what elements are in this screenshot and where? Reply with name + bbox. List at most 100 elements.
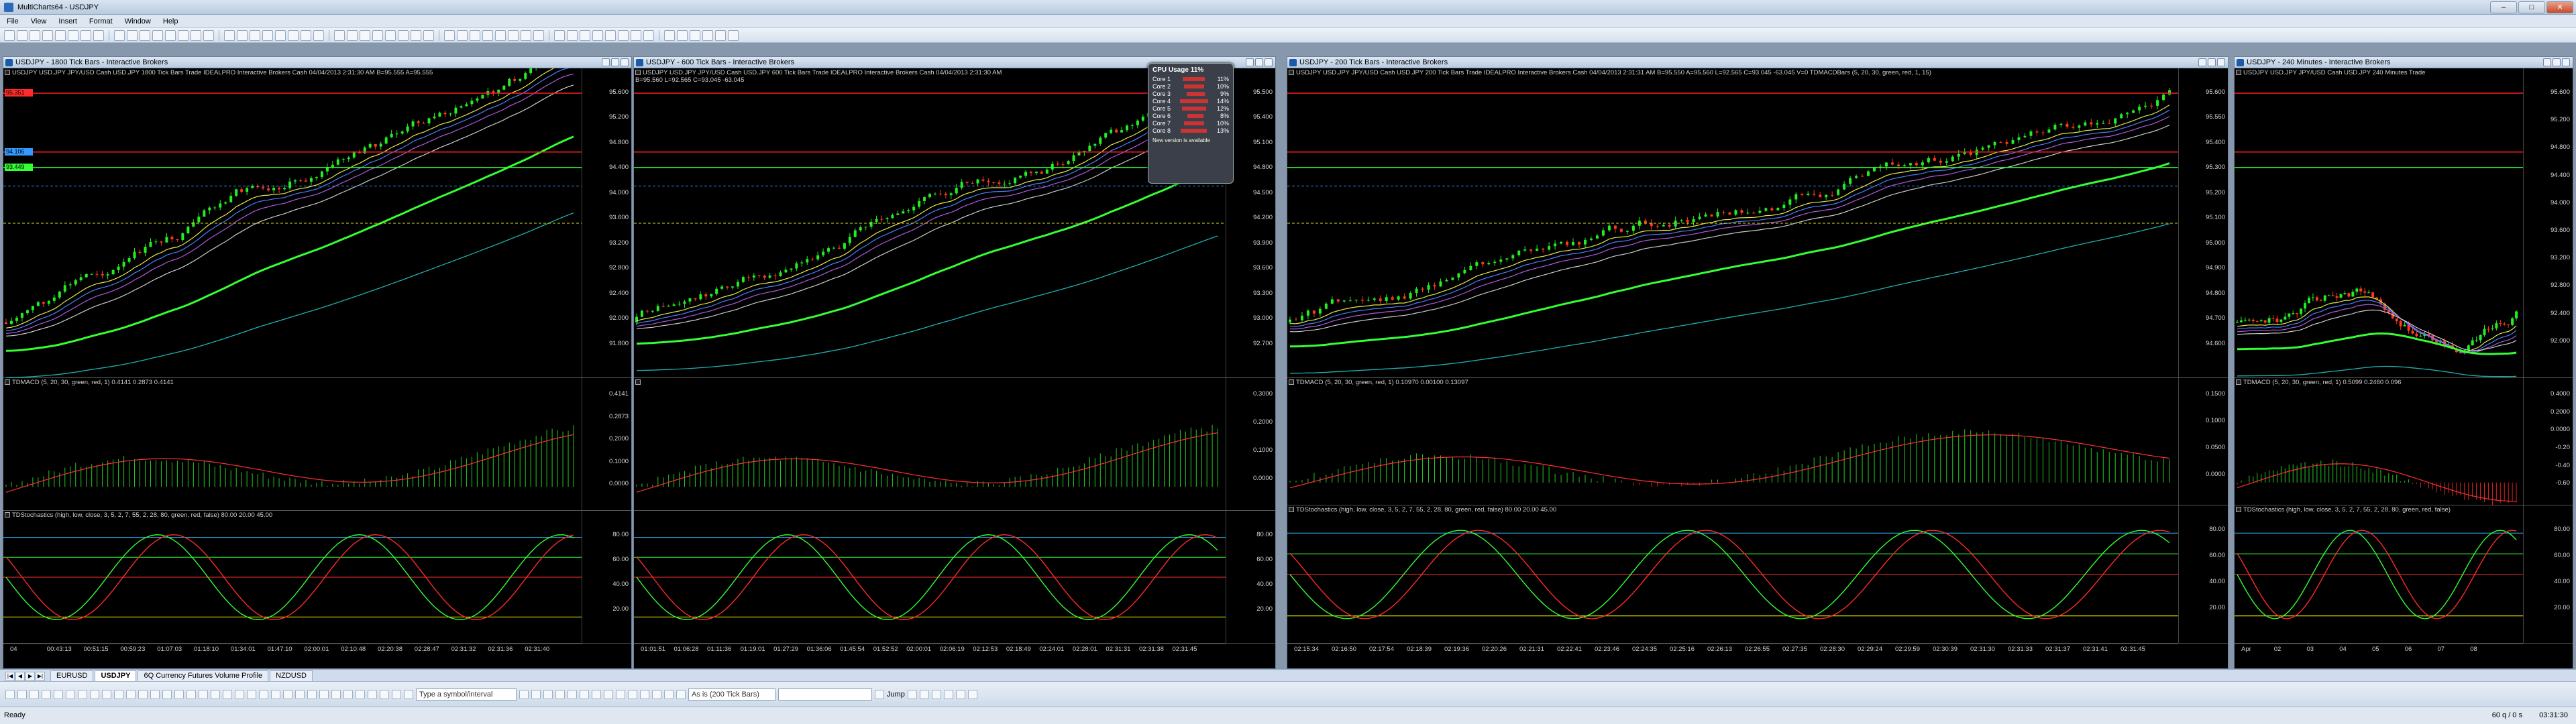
toolbar-button-icon[interactable]	[288, 29, 299, 41]
chart-tool-icon[interactable]	[616, 689, 625, 699]
drawing-tool-icon[interactable]	[211, 689, 220, 699]
toolbar-button-icon[interactable]	[301, 29, 311, 41]
playback-control-icon[interactable]	[919, 689, 929, 699]
toolbar-button-icon[interactable]	[618, 29, 629, 41]
close-button[interactable]: ✕	[2546, 1, 2573, 13]
drawing-tool-icon[interactable]	[271, 689, 280, 699]
macd-axis[interactable]: 0.3000 0.2000 0.1000 0.0000	[1226, 378, 1275, 510]
maximize-button[interactable]: □	[2518, 1, 2545, 13]
chart-window-titlebar[interactable]: USDJPY - 200 Tick Bars - Interactive Bro…	[1287, 57, 2228, 68]
drawing-tool-icon[interactable]	[331, 689, 341, 699]
toolbar-button-icon[interactable]	[42, 29, 53, 41]
resolution-select[interactable]: As is (200 Tick Bars)	[688, 688, 775, 701]
menu-file[interactable]: File	[7, 17, 19, 25]
drawing-tool-icon[interactable]	[5, 689, 15, 699]
toolbar-button-icon[interactable]	[275, 29, 286, 41]
price-axis[interactable]: 95.600 95.200 94.800 94.400 94.000 93.600 93.2…	[2523, 68, 2573, 377]
chart-window-200tick[interactable]: USDJPY - 200 Tick Bars - Interactive Bro…	[1287, 56, 2229, 669]
toolbar-button-icon[interactable]	[165, 29, 176, 41]
toolbar-button-icon[interactable]	[17, 29, 28, 41]
drawing-tool-icon[interactable]	[368, 689, 377, 699]
tab-last-icon[interactable]: ▶|	[36, 672, 45, 681]
toolbar-button-icon[interactable]	[372, 29, 383, 41]
tab-nzdusd[interactable]: NZDUSD	[270, 670, 313, 681]
chart-close-button[interactable]	[2562, 58, 2570, 66]
stoch-axis[interactable]: 80.00 60.00 40.00 20.00	[582, 511, 631, 643]
drawing-tool-icon[interactable]	[223, 689, 232, 699]
toolbar-button-icon[interactable]	[495, 29, 506, 41]
chart-maximize-button[interactable]	[2208, 58, 2216, 66]
toolbar-button-icon[interactable]	[677, 29, 688, 41]
toolbar-button-icon[interactable]	[605, 29, 616, 41]
toolbar-button-icon[interactable]	[521, 29, 531, 41]
toolbar-button-icon[interactable]	[360, 29, 370, 41]
macd-pane[interactable]: 0.4141 0.2873 0.2000 0.1000 0.0000 TDMACD (5,…	[3, 378, 631, 511]
toolbar-button-icon[interactable]	[728, 29, 739, 41]
toolbar-button-icon[interactable]	[508, 29, 519, 41]
chart-tool-icon[interactable]	[555, 689, 565, 699]
symbol-input[interactable]: Type a symbol/interval	[416, 688, 517, 701]
drawing-tool-icon[interactable]	[17, 689, 27, 699]
toolbar-button-icon[interactable]	[385, 29, 396, 41]
toolbar-button-icon[interactable]	[715, 29, 726, 41]
drawing-tool-icon[interactable]	[138, 689, 148, 699]
chart-close-button[interactable]	[1265, 58, 1273, 66]
chart-tool-icon[interactable]	[592, 689, 601, 699]
toolbar-button-icon[interactable]	[580, 29, 590, 41]
toolbar-button-icon[interactable]	[178, 29, 189, 41]
toolbar-button-icon[interactable]	[533, 29, 544, 41]
playback-control-icon[interactable]	[967, 689, 977, 699]
chart-close-button[interactable]	[2217, 58, 2225, 66]
chart-tool-icon[interactable]	[664, 689, 674, 699]
time-axis[interactable]: 04 00:43:13 00:51:15 00:59:23 01:07:03 01:18:…	[3, 644, 582, 654]
chart-close-button[interactable]	[621, 58, 629, 66]
chart-minimize-button[interactable]	[2198, 58, 2206, 66]
drawing-tool-icon[interactable]	[54, 689, 63, 699]
stoch-axis[interactable]: 80.00 60.00 40.00 20.00	[1226, 511, 1275, 643]
playback-control-icon[interactable]	[955, 689, 965, 699]
time-axis[interactable]: 01:01:51 01:06:28 01:11:36 01:19:01 01:27:29…	[634, 644, 1226, 654]
drawing-tool-icon[interactable]	[162, 689, 172, 699]
drawing-tool-icon[interactable]	[199, 689, 208, 699]
macd-axis[interactable]: 0.1500 0.1000 0.0500 0.0000	[2178, 378, 2228, 505]
toolbar-button-icon[interactable]	[457, 29, 468, 41]
chart-maximize-button[interactable]	[611, 58, 619, 66]
drawing-tool-icon[interactable]	[247, 689, 256, 699]
tab-next-icon[interactable]: ▶	[25, 672, 35, 681]
chart-tool-icon[interactable]	[640, 689, 649, 699]
toolbar-button-icon[interactable]	[313, 29, 324, 41]
jump-button[interactable]: Jump	[887, 690, 905, 699]
tab-first-icon[interactable]: |◀	[5, 672, 15, 681]
drawing-tool-icon[interactable]	[42, 689, 51, 699]
chart-minimize-button[interactable]	[1246, 58, 1254, 66]
stoch-axis[interactable]: 80.00 60.00 40.00 20.00	[2178, 505, 2228, 643]
macd-axis[interactable]: 0.4141 0.2873 0.2000 0.1000 0.0000	[582, 378, 631, 510]
toolbar-button-icon[interactable]	[567, 29, 578, 41]
toolbar-button-icon[interactable]	[55, 29, 66, 41]
macd-axis[interactable]: 0.4000 0.2000 0.0000 -0.20 -0.40 -0.60	[2523, 378, 2573, 505]
drawing-tool-icon[interactable]	[90, 689, 99, 699]
price-axis[interactable]: 95.600 95.200 94.800 94.400 94.000 93.600 93.2…	[582, 68, 631, 377]
drawing-tool-icon[interactable]	[307, 689, 317, 699]
toolbar-button-icon[interactable]	[592, 29, 603, 41]
menu-view[interactable]: View	[31, 17, 47, 25]
toolbar-button-icon[interactable]	[68, 29, 78, 41]
drawing-tool-icon[interactable]	[150, 689, 160, 699]
toolbar-button-icon[interactable]	[444, 29, 455, 41]
menu-window[interactable]: Window	[125, 17, 151, 25]
cpu-usage-widget[interactable]: CPU Usage 11% Core 1 11% Core 2 10% Core 3 9%…	[1148, 63, 1234, 184]
chart-minimize-button[interactable]	[2543, 58, 2551, 66]
cpu-footer[interactable]: New version is available	[1152, 137, 1229, 143]
toolbar-button-icon[interactable]	[411, 29, 421, 41]
chart-tool-icon[interactable]	[531, 689, 541, 699]
drawing-tool-icon[interactable]	[319, 689, 329, 699]
playback-control-icon[interactable]	[931, 689, 941, 699]
price-pane[interactable]: 95.600 95.550 95.400 95.300 95.200 95.100 95.0…	[1287, 68, 2228, 378]
toolbar-button-icon[interactable]	[334, 29, 345, 41]
toolbar-button-icon[interactable]	[554, 29, 565, 41]
chart-tool-icon[interactable]	[519, 689, 529, 699]
drawing-tool-icon[interactable]	[30, 689, 39, 699]
toolbar-button-icon[interactable]	[690, 29, 700, 41]
toolbar-button-icon[interactable]	[631, 29, 641, 41]
price-axis[interactable]: 95.600 95.550 95.400 95.300 95.200 95.100 95.0…	[2178, 68, 2228, 377]
